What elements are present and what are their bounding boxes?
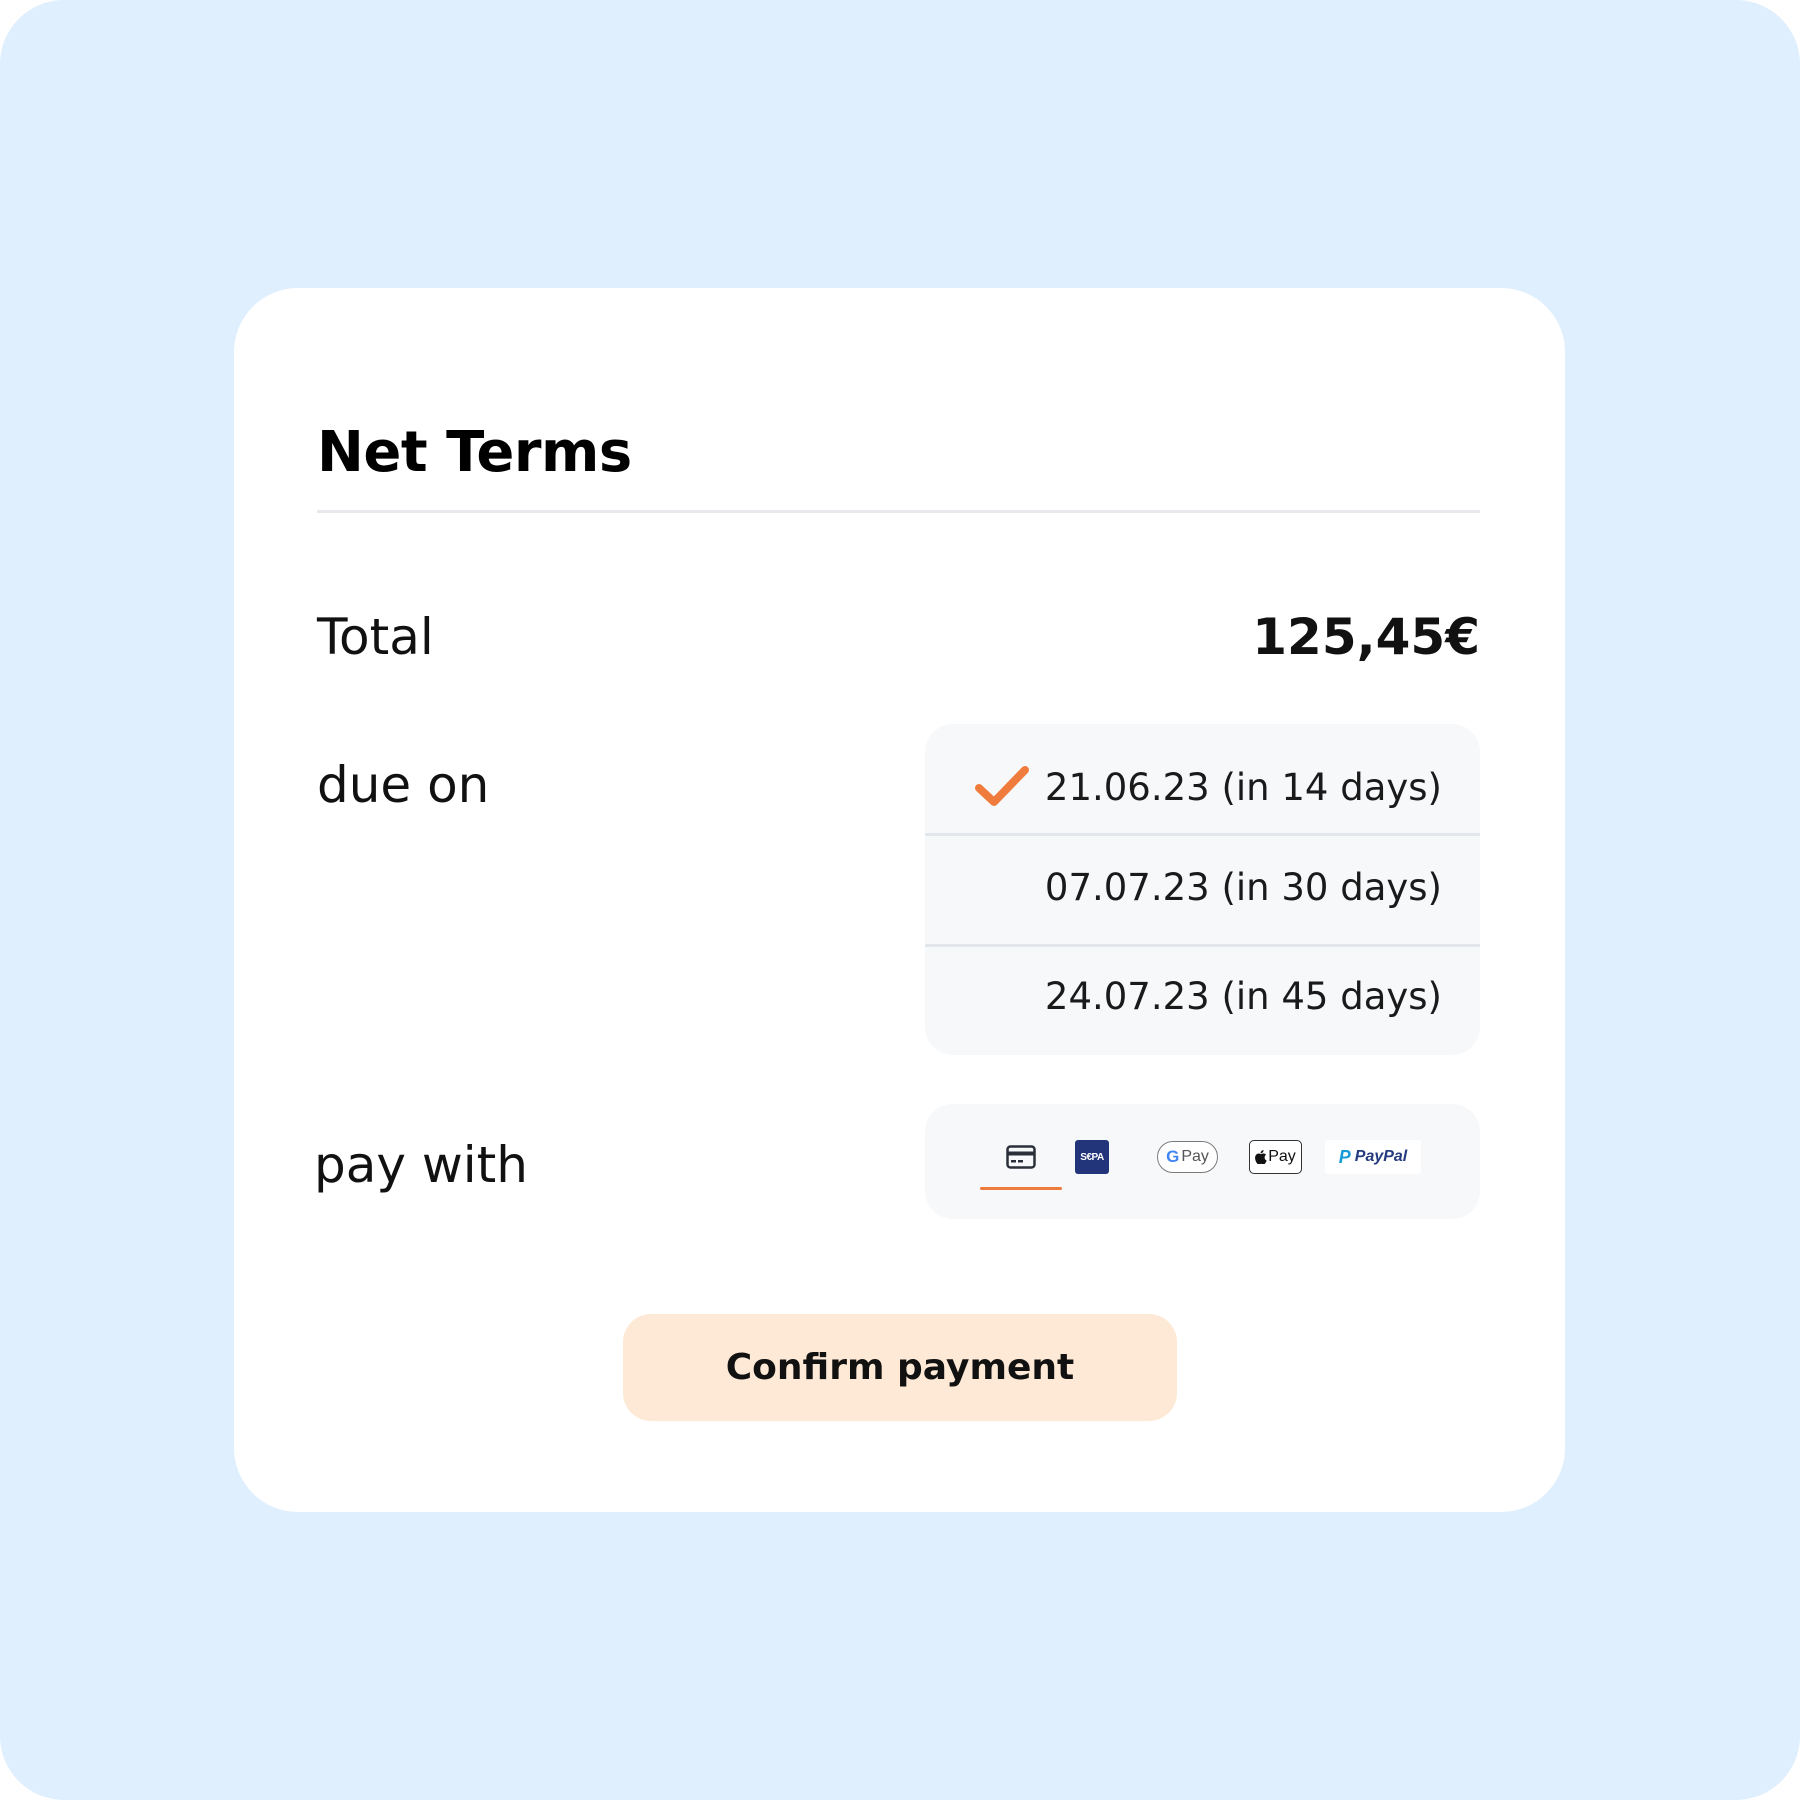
total-label: Total [317, 608, 434, 666]
due-date-options: 21.06.23 (in 14 days) 07.07.23 (in 30 da… [925, 724, 1480, 1055]
google-g-mark: G [1166, 1147, 1180, 1166]
due-option-14-days[interactable]: 21.06.23 (in 14 days) [925, 724, 1480, 833]
confirm-payment-button[interactable]: Confirm payment [623, 1314, 1177, 1421]
due-option-label: 21.06.23 (in 14 days) [1044, 766, 1442, 809]
payment-method-apple-pay[interactable]: Pay [1248, 1140, 1303, 1174]
due-option-45-days[interactable]: 24.07.23 (in 45 days) [925, 947, 1480, 1055]
payment-method-sepa[interactable]: S€PA [1075, 1140, 1109, 1174]
sepa-icon: S€PA [1075, 1140, 1109, 1174]
page-background: Net Terms Total 125,45€ due on 21.06.23 … [0, 0, 1800, 1800]
apple-logo-icon [1255, 1150, 1267, 1164]
card-title: Net Terms [317, 420, 632, 485]
total-amount: 125,45€ [1252, 608, 1480, 666]
due-on-label: due on [317, 756, 490, 814]
credit-card-icon [1006, 1145, 1036, 1169]
google-pay-icon: G Pay [1157, 1141, 1218, 1173]
confirm-payment-label: Confirm payment [725, 1347, 1075, 1388]
title-divider [317, 510, 1480, 513]
paypal-text: PayPal [1354, 1148, 1408, 1165]
due-option-label: 07.07.23 (in 30 days) [1044, 866, 1442, 909]
payment-methods: S€PA G Pay Pay P PayPal [925, 1104, 1480, 1219]
payment-method-google-pay[interactable]: G Pay [1156, 1140, 1219, 1174]
payment-method-paypal[interactable]: P PayPal [1325, 1140, 1421, 1174]
paypal-icon: P PayPal [1325, 1140, 1421, 1174]
apple-pay-text: Pay [1268, 1148, 1296, 1165]
paypal-p-mark: P [1338, 1146, 1351, 1167]
apple-pay-icon: Pay [1249, 1140, 1302, 1174]
google-pay-text: Pay [1181, 1148, 1209, 1165]
payment-method-card[interactable] [980, 1140, 1062, 1174]
pay-with-label: pay with [314, 1136, 528, 1194]
due-option-30-days[interactable]: 07.07.23 (in 30 days) [925, 836, 1480, 944]
due-option-label: 24.07.23 (in 45 days) [1044, 975, 1442, 1018]
net-terms-card: Net Terms Total 125,45€ due on 21.06.23 … [234, 288, 1565, 1512]
selected-method-indicator [980, 1187, 1062, 1190]
checkmark-icon [975, 766, 1029, 806]
